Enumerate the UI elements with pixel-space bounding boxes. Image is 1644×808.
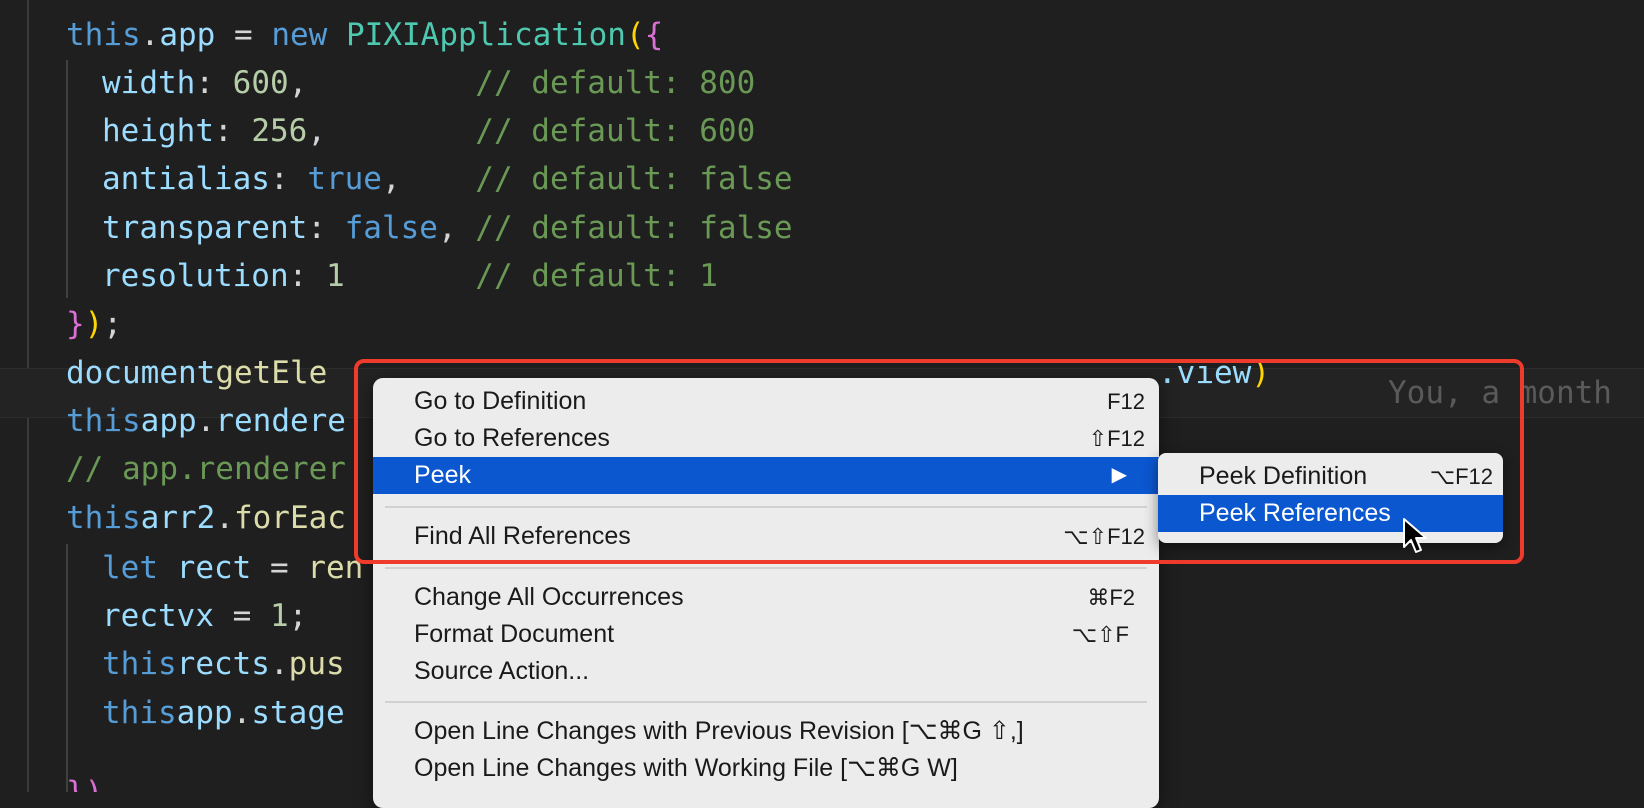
indent-guide [66,544,68,792]
menu-item-format-document[interactable]: Format Document ⌥⇧F [373,616,1159,653]
code-line: antialias: true, // default: false [102,161,793,197]
menu-item-change-all-occurrences[interactable]: Change All Occurrences ⌘F2 [373,579,1159,616]
code-line: let rect = ren [102,550,364,586]
menu-item-label: Open Line Changes with Previous Revision… [414,717,1024,745]
code-line: thisarr2.forEac [66,500,346,536]
code-line: width: 600, // default: 800 [102,65,756,101]
menu-separator [385,567,1147,569]
code-line: // app.renderer [66,451,346,487]
menu-item-shortcut: ⌥⇧F [1071,622,1129,647]
code-line: thisapp.stage [102,695,345,731]
menu-item-shortcut: ⌘F2 [1087,585,1135,610]
code-line: thisapp.rendere [66,403,346,439]
code-line: }); [66,306,123,342]
indent-guide [66,60,68,298]
code-line: }) [66,768,103,792]
menu-item-label: Change All Occurrences [414,583,684,611]
menu-item-label: Source Action... [414,657,590,685]
code-line: thisrects.pus [102,646,345,682]
mouse-pointer-icon [1403,518,1427,553]
menu-item-label: Open Line Changes with Working File [⌥⌘G… [414,754,958,782]
menu-item-source-action[interactable]: Source Action... [373,653,1159,690]
menu-item-open-line-changes-previous[interactable]: Open Line Changes with Previous Revision… [373,713,1159,750]
code-line: height: 256, // default: 600 [102,113,756,149]
annotation-highlight-box [354,359,1524,564]
code-line: resolution: 1 // default: 1 [102,258,718,294]
menu-item-label: Format Document [414,620,615,648]
code-line: this.app = new PIXIApplication({ [66,17,664,53]
code-line: documentgetEle [66,355,328,391]
menu-item-open-line-changes-working[interactable]: Open Line Changes with Working File [⌥⌘G… [373,750,1159,787]
code-line: rectvx = 1; [102,598,308,634]
menu-separator [385,701,1147,703]
code-line: transparent: false, // default: false [102,210,793,246]
